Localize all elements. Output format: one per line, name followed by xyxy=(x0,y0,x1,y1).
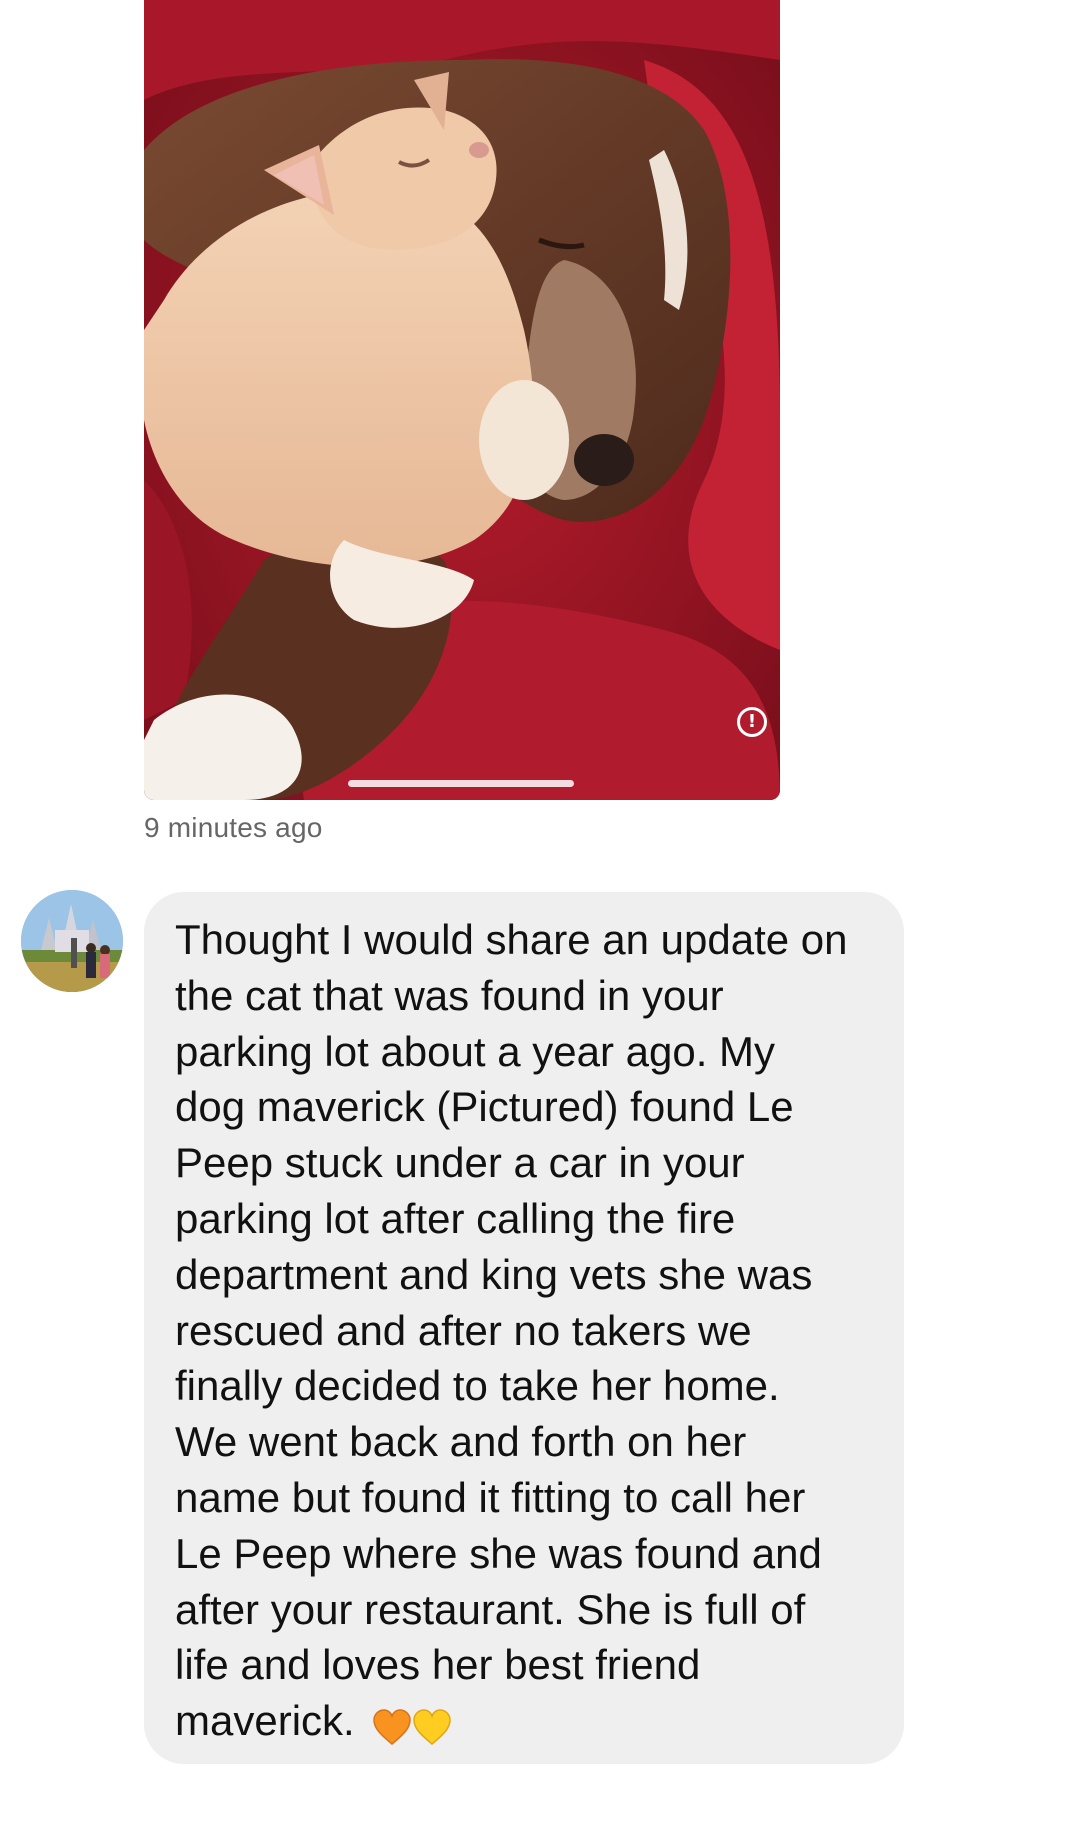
heart-emojis xyxy=(372,1696,452,1752)
scroll-indicator xyxy=(348,780,574,787)
avatar-photo-icon xyxy=(21,890,123,992)
message-text: Thought I would share an update on the c… xyxy=(175,912,878,1752)
message-bubble[interactable]: Thought I would share an update on the c… xyxy=(144,892,904,1764)
photo-message[interactable]: ! xyxy=(144,0,780,800)
orange-heart-icon xyxy=(373,1709,412,1746)
sender-avatar[interactable] xyxy=(21,890,123,992)
message-body: Thought I would share an update on the c… xyxy=(175,916,848,1745)
info-icon[interactable]: ! xyxy=(737,707,767,737)
yellow-heart-icon xyxy=(413,1709,452,1746)
photo-cat-and-dog xyxy=(144,0,780,800)
message-timestamp: 9 minutes ago xyxy=(144,812,323,843)
